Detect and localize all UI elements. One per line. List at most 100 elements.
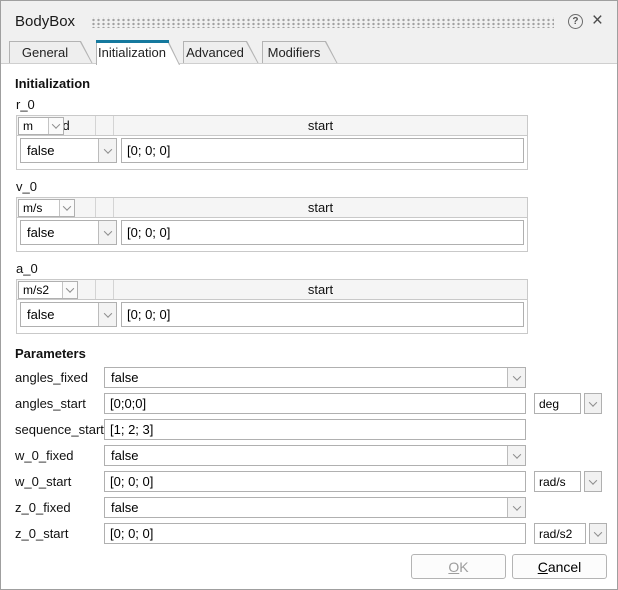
r_0-fixed-combo[interactable]: false	[20, 138, 117, 163]
w-0-start-unit-combo[interactable]: rad/s	[534, 471, 581, 492]
param-row-sequence_start: sequence_start	[15, 419, 607, 440]
param-label: z_0_start	[15, 526, 104, 541]
param-row-w_0_start: w_0_start rad/s	[15, 471, 607, 492]
angles-fixed-combo[interactable]: false	[104, 367, 526, 388]
group-value-row: false	[17, 136, 527, 169]
tab-label: Modifiers	[264, 41, 324, 64]
tab-label: General	[11, 41, 79, 64]
chevron-down-icon	[507, 498, 525, 517]
section-heading-initialization: Initialization	[15, 76, 607, 91]
close-icon[interactable]: ×	[592, 13, 603, 29]
initialization-tab-pane: Initialization r_0 fixed start m false	[1, 64, 617, 589]
start-column-header: start	[114, 116, 527, 135]
chevron-down-icon	[589, 398, 597, 406]
z-0-start-input[interactable]	[104, 523, 526, 544]
unit-value: m/s	[19, 201, 59, 215]
r_0-unit-combo[interactable]: m	[18, 117, 64, 135]
unit-dropdown-button[interactable]	[584, 471, 602, 492]
combo-value: false	[105, 368, 507, 387]
param-label: z_0_fixed	[15, 500, 104, 515]
group-label-a_0: a_0	[16, 261, 607, 276]
combo-value: false	[21, 139, 98, 162]
cancel-label-underlined: C	[538, 559, 548, 575]
unit-value: rad/s	[539, 475, 566, 489]
a_0-fixed-combo[interactable]: false	[20, 302, 117, 327]
group-value-row: false	[17, 300, 527, 333]
z-0-start-unit-combo[interactable]: rad/s2	[534, 523, 586, 544]
param-label: w_0_start	[15, 474, 104, 489]
w-0-start-input[interactable]	[104, 471, 526, 492]
chevron-down-icon	[98, 303, 116, 326]
tab-bar: General Initialization Advanced Modifier…	[1, 41, 617, 64]
param-label: angles_start	[15, 396, 104, 411]
group-header-row: fixed start m/s	[17, 198, 527, 218]
tab-general[interactable]: General	[9, 41, 93, 64]
param-row-angles_fixed: angles_fixed false	[15, 367, 607, 388]
start-column-header: start	[114, 280, 527, 299]
header-spacer	[96, 116, 114, 135]
combo-value: false	[21, 303, 98, 326]
group-a_0: fixed start m/s2 false	[16, 279, 528, 334]
unit-value: deg	[539, 397, 559, 411]
chevron-down-icon	[62, 282, 77, 298]
chevron-down-icon	[48, 118, 63, 134]
a_0-unit-combo[interactable]: m/s2	[18, 281, 78, 299]
tab-modifiers[interactable]: Modifiers	[262, 41, 338, 64]
param-label: w_0_fixed	[15, 448, 104, 463]
tab-label: Advanced	[185, 41, 245, 64]
header-spacer	[96, 198, 114, 217]
param-row-w_0_fixed: w_0_fixed false	[15, 445, 607, 466]
param-row-z_0_fixed: z_0_fixed false	[15, 497, 607, 518]
drag-grip-dots[interactable]	[91, 17, 554, 28]
v_0-start-input[interactable]	[121, 220, 524, 245]
group-value-row: false	[17, 218, 527, 251]
r_0-start-input[interactable]	[121, 138, 524, 163]
group-label-v_0: v_0	[16, 179, 607, 194]
combo-value: false	[105, 498, 507, 517]
header-spacer	[96, 280, 114, 299]
group-label-r_0: r_0	[16, 97, 607, 112]
dialog-button-row: OK Cancel	[15, 554, 607, 579]
unit-value: m/s2	[19, 283, 62, 297]
unit-dropdown-button[interactable]	[589, 523, 607, 544]
sequence-start-input[interactable]	[104, 419, 526, 440]
cancel-label-rest: ancel	[548, 559, 581, 575]
help-icon[interactable]: ?	[568, 14, 583, 29]
group-header-row: fixed start m/s2	[17, 280, 527, 300]
ok-label-underlined: O	[448, 559, 459, 575]
chevron-down-icon	[98, 221, 116, 244]
ok-button[interactable]: OK	[411, 554, 506, 579]
combo-value: false	[105, 446, 507, 465]
chevron-down-icon	[59, 200, 74, 216]
v_0-unit-combo[interactable]: m/s	[18, 199, 75, 217]
param-label: sequence_start	[15, 422, 104, 437]
section-heading-parameters: Parameters	[15, 346, 607, 361]
param-row-angles_start: angles_start deg	[15, 393, 607, 414]
unit-value: rad/s2	[539, 527, 572, 541]
chevron-down-icon	[507, 368, 525, 387]
combo-value: false	[21, 221, 98, 244]
tab-advanced[interactable]: Advanced	[183, 41, 259, 64]
a_0-start-input[interactable]	[121, 302, 524, 327]
param-row-z_0_start: z_0_start rad/s2	[15, 523, 607, 544]
v_0-fixed-combo[interactable]: false	[20, 220, 117, 245]
param-label: angles_fixed	[15, 370, 104, 385]
chevron-down-icon	[507, 446, 525, 465]
start-column-header: start	[114, 198, 527, 217]
bodybox-parameter-dialog: BodyBox ? × General Initialization Advan…	[0, 0, 618, 590]
angles-start-input[interactable]	[104, 393, 526, 414]
title-bar: BodyBox ? ×	[1, 1, 617, 41]
chevron-down-icon	[594, 528, 602, 536]
chevron-down-icon	[589, 476, 597, 484]
tab-initialization[interactable]: Initialization	[96, 40, 180, 65]
angles-start-unit-combo[interactable]: deg	[534, 393, 581, 414]
group-header-row: fixed start m	[17, 116, 527, 136]
dialog-title: BodyBox	[15, 13, 75, 30]
cancel-button[interactable]: Cancel	[512, 554, 607, 579]
w-0-fixed-combo[interactable]: false	[104, 445, 526, 466]
unit-dropdown-button[interactable]	[584, 393, 602, 414]
group-r_0: fixed start m false	[16, 115, 528, 170]
z-0-fixed-combo[interactable]: false	[104, 497, 526, 518]
ok-label-rest: K	[459, 559, 468, 575]
chevron-down-icon	[98, 139, 116, 162]
